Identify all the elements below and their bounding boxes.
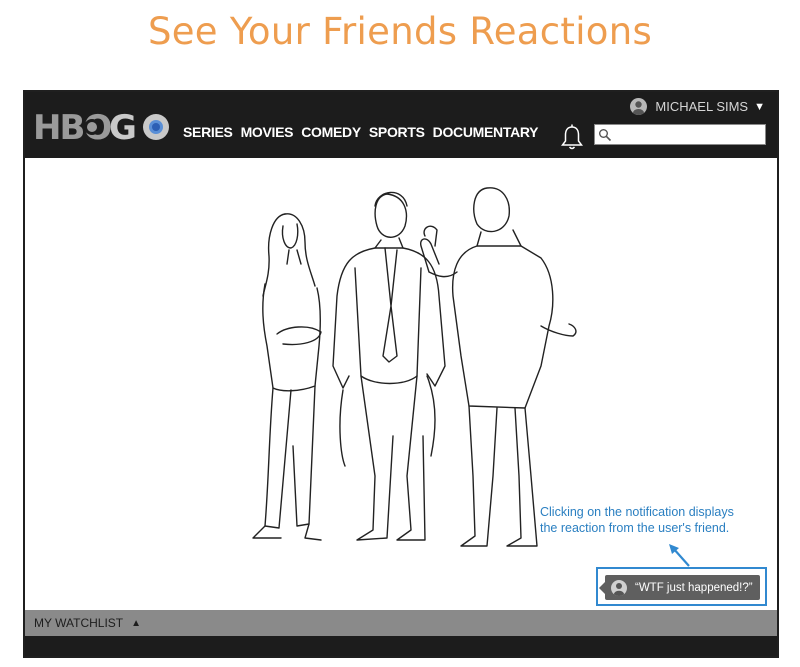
main-nav: SERIES MOVIES COMEDY SPORTS DOCUMENTARY xyxy=(183,124,546,140)
search-input[interactable] xyxy=(613,125,763,144)
nav-series[interactable]: SERIES xyxy=(183,124,233,140)
friend-reaction-notification[interactable]: “WTF just happened!?” xyxy=(599,575,760,600)
user-menu[interactable]: MICHAEL SIMS ▼ xyxy=(630,98,765,115)
bell-icon[interactable] xyxy=(560,124,584,152)
hbo-go-logo[interactable]: HBO G xyxy=(33,106,173,146)
nav-sports[interactable]: SPORTS xyxy=(369,124,425,140)
caret-up-icon: ▲ xyxy=(131,617,142,629)
caret-down-icon: ▼ xyxy=(754,100,765,113)
search-icon xyxy=(599,129,612,142)
user-avatar-icon xyxy=(630,98,648,115)
nav-documentary[interactable]: DOCUMENTARY xyxy=(433,124,539,140)
nav-movies[interactable]: MOVIES xyxy=(241,124,294,140)
annotation-line-1: Clicking on the notification displays xyxy=(540,505,734,519)
page-title: See Your Friends Reactions xyxy=(147,10,653,53)
notification-tail xyxy=(599,582,605,594)
watchlist-label: MY WATCHLIST xyxy=(34,616,124,630)
svg-text:G: G xyxy=(109,108,135,146)
user-name: MICHAEL SIMS xyxy=(655,99,749,114)
nav-comedy[interactable]: COMEDY xyxy=(301,124,361,140)
top-bar: HBO G SERIES MOVIES COMEDY SPORTS DOCUME… xyxy=(25,92,777,158)
bottom-bar xyxy=(25,636,777,656)
search-box xyxy=(594,124,766,145)
annotation-line-2: the reaction from the user's friend. xyxy=(540,521,730,535)
annotation-callout: Clicking on the notification displays th… xyxy=(540,504,777,536)
my-watchlist-bar[interactable]: MY WATCHLIST ▲ xyxy=(25,610,777,636)
notification-text: “WTF just happened!?” xyxy=(635,581,753,594)
friend-avatar-icon xyxy=(611,579,627,596)
app-window: HBO G SERIES MOVIES COMEDY SPORTS DOCUME… xyxy=(23,90,779,658)
